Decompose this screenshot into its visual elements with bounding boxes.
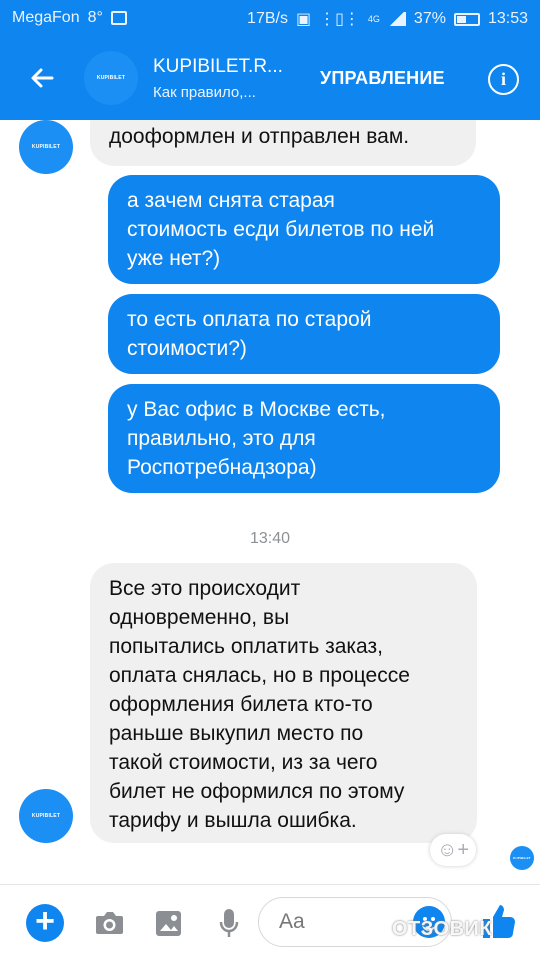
image-icon <box>155 910 181 936</box>
contact-status: Как правило,... <box>153 84 256 101</box>
voice-button[interactable] <box>211 905 247 941</box>
more-actions-button[interactable]: + <box>26 904 64 942</box>
camera-icon <box>95 911 123 934</box>
signal-icon <box>387 12 406 26</box>
avatar-logo-text: KUPIBILET <box>31 144 61 150</box>
sender-avatar[interactable]: KUPIBILET <box>19 120 73 174</box>
incoming-message[interactable]: Все это происходит одновременно, вы попы… <box>90 563 477 843</box>
message-input-placeholder: Aa <box>279 910 305 933</box>
status-bar: MegaFon 8° 17B/s ▣ ⋮▯⋮ 4G 37% 13:53 <box>0 0 540 36</box>
add-reaction-button[interactable]: ☺+ <box>430 834 476 866</box>
microphone-icon <box>219 908 239 937</box>
mail-icon <box>110 11 127 25</box>
contact-avatar[interactable]: KUPIBILET <box>84 51 138 105</box>
outgoing-message[interactable]: то есть оплата по старой стоимости?) <box>108 294 500 374</box>
contact-name[interactable]: KUPIBILET.R... <box>153 56 283 78</box>
carrier-name: MegaFon <box>12 9 80 26</box>
avatar-logo-text: KUPIBILET <box>31 813 61 819</box>
vibrate-icon: ⋮▯⋮ <box>319 11 360 28</box>
avatar-logo-text: KUPIBILET <box>513 856 531 860</box>
back-arrow-icon <box>31 68 54 88</box>
status-left: MegaFon 8° <box>12 9 127 27</box>
network-type: 4G <box>367 13 380 24</box>
smile-add-icon: ☺+ <box>436 838 470 861</box>
sender-avatar[interactable]: KUPIBILET <box>19 789 73 843</box>
outgoing-message[interactable]: а зачем снята старая стоимость есди биле… <box>108 175 500 284</box>
temperature: 8° <box>87 9 103 26</box>
incoming-message[interactable]: дооформлен и отправлен вам. <box>90 120 476 166</box>
manage-button[interactable]: УПРАВЛЕНИЕ <box>320 68 445 89</box>
info-icon[interactable]: i <box>488 64 519 95</box>
read-receipt-avatar: KUPIBILET <box>510 846 534 870</box>
watermark-text: ОТЗОВИК <box>392 918 493 940</box>
nfc-icon: ▣ <box>295 11 312 28</box>
camera-button[interactable] <box>91 905 127 941</box>
network-speed: 17B/s <box>247 10 288 27</box>
battery-icon <box>453 12 480 26</box>
battery-percent: 37% <box>413 10 446 27</box>
message-timestamp: 13:40 <box>249 530 291 547</box>
status-right: 17B/s ▣ ⋮▯⋮ 4G 37% 13:53 <box>247 9 528 29</box>
avatar-logo-text: KUPIBILET <box>96 75 126 81</box>
conversation-header: KUPIBILET KUPIBILET.R... Как правило,...… <box>0 36 540 120</box>
clock: 13:53 <box>487 10 528 27</box>
outgoing-message[interactable]: у Вас офис в Москве есть, правильно, это… <box>108 384 500 493</box>
back-button[interactable] <box>22 58 62 98</box>
gallery-button[interactable] <box>150 905 186 941</box>
message-list[interactable]: KUPIBILET дооформлен и отправлен вам. а … <box>0 120 540 884</box>
